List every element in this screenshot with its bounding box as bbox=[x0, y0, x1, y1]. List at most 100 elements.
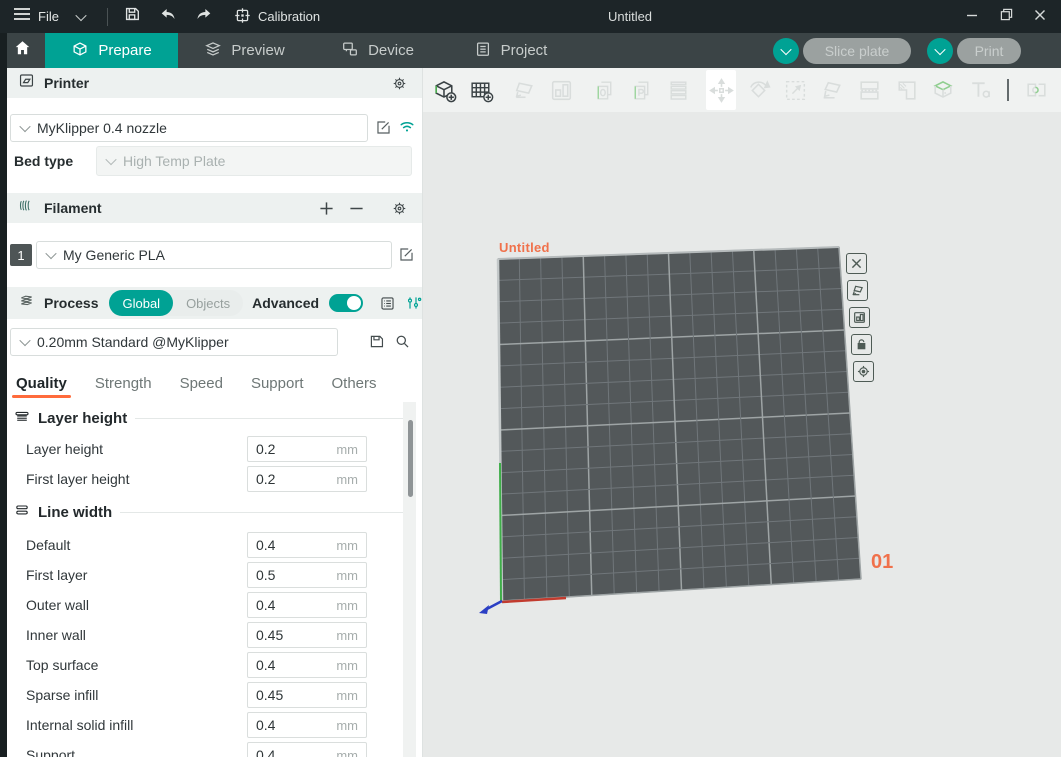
param-value: 0.4 bbox=[256, 657, 336, 673]
build-plate-canvas[interactable] bbox=[423, 68, 1061, 757]
print-button[interactable]: Print bbox=[957, 38, 1021, 64]
undo-button[interactable] bbox=[150, 0, 186, 33]
project-icon bbox=[474, 40, 492, 62]
tab-others[interactable]: Others bbox=[332, 375, 377, 398]
arrange-button[interactable] bbox=[546, 73, 576, 107]
tab-quality[interactable]: Quality bbox=[16, 375, 67, 398]
param-unit: mm bbox=[336, 748, 358, 757]
slice-plate-button[interactable]: Slice plate bbox=[803, 38, 911, 64]
line-width-default-input[interactable]: 0.4 mm bbox=[247, 532, 367, 558]
first-layer-height-input[interactable]: 0.2 mm bbox=[247, 466, 367, 492]
layer-height-icon bbox=[14, 408, 30, 429]
chevron-down-icon bbox=[934, 43, 945, 54]
line-width-section-header: Line width bbox=[14, 502, 412, 523]
redo-icon bbox=[195, 5, 213, 28]
print-options-button[interactable] bbox=[927, 38, 953, 64]
lock-plate-button[interactable] bbox=[851, 334, 872, 355]
bed-type-combo[interactable]: High Temp Plate bbox=[96, 146, 412, 176]
tab-speed[interactable]: Speed bbox=[180, 375, 223, 398]
file-menu-dropdown[interactable] bbox=[69, 0, 101, 33]
line-width-section-title: Line width bbox=[38, 504, 112, 521]
minimize-button[interactable] bbox=[955, 0, 989, 33]
slice-options-button[interactable] bbox=[773, 38, 799, 64]
param-label: Support bbox=[26, 742, 75, 757]
tab-project[interactable]: Project bbox=[444, 33, 577, 68]
line-width-sparse-infill-input[interactable]: 0.45 mm bbox=[247, 682, 367, 708]
advanced-toggle[interactable] bbox=[329, 294, 363, 312]
remove-filament-minus-icon[interactable] bbox=[349, 201, 364, 216]
printer-settings-gear-icon[interactable] bbox=[391, 75, 408, 92]
copy-button[interactable] bbox=[589, 73, 619, 107]
parameter-list-icon[interactable] bbox=[379, 295, 396, 312]
calibration-button[interactable]: Calibration bbox=[222, 0, 332, 33]
printer-edit-icon[interactable] bbox=[375, 119, 392, 136]
param-label: Sparse infill bbox=[26, 682, 98, 708]
home-icon bbox=[13, 39, 32, 62]
text-shape-button[interactable] bbox=[965, 73, 995, 107]
cut-button[interactable] bbox=[854, 73, 884, 107]
auto-orient-button[interactable] bbox=[509, 73, 539, 107]
tab-device[interactable]: Device bbox=[311, 33, 444, 68]
advanced-label: Advanced bbox=[252, 295, 319, 311]
line-width-inner-wall-input[interactable]: 0.45 mm bbox=[247, 622, 367, 648]
tab-support[interactable]: Support bbox=[251, 375, 304, 398]
delete-plate-button[interactable] bbox=[846, 253, 867, 274]
filament-edit-icon[interactable] bbox=[398, 246, 415, 263]
plate-settings-button[interactable] bbox=[853, 361, 874, 382]
save-preset-icon[interactable] bbox=[368, 333, 385, 350]
param-label: Inner wall bbox=[26, 622, 86, 648]
file-menu-button[interactable]: File bbox=[0, 0, 69, 33]
filament-preset-combo[interactable]: My Generic PLA bbox=[36, 241, 392, 269]
line-width-first-layer-input[interactable]: 0.5 mm bbox=[247, 562, 367, 588]
printer-wifi-icon[interactable] bbox=[398, 118, 416, 134]
process-preset-combo[interactable]: 0.20mm Standard @MyKlipper bbox=[10, 328, 338, 356]
process-section-title: Process bbox=[44, 295, 98, 311]
tune-params-icon[interactable] bbox=[406, 295, 422, 311]
filament-settings-gear-icon[interactable] bbox=[391, 200, 408, 217]
param-value: 0.4 bbox=[256, 747, 336, 757]
variable-layer-height-button[interactable] bbox=[663, 73, 693, 107]
viewport-3d[interactable]: Untitled 01 bbox=[422, 68, 1061, 757]
orient-plate-button[interactable] bbox=[847, 280, 868, 301]
fill-color-button[interactable] bbox=[891, 73, 921, 107]
restore-button[interactable] bbox=[989, 0, 1023, 33]
process-section-header: Process Global Objects Advanced bbox=[7, 287, 422, 319]
scope-objects-button[interactable]: Objects bbox=[173, 290, 243, 316]
arrange-plate-button[interactable] bbox=[849, 307, 870, 328]
paint-support-button[interactable] bbox=[928, 73, 958, 107]
param-unit: mm bbox=[336, 718, 358, 733]
search-icon[interactable] bbox=[394, 333, 411, 350]
chevron-down-icon bbox=[75, 9, 86, 20]
sidebar-scrollbar[interactable] bbox=[403, 402, 416, 757]
line-width-internal-solid-input[interactable]: 0.4 mm bbox=[247, 712, 367, 738]
filament-slot-badge[interactable]: 1 bbox=[10, 244, 32, 266]
section-rule bbox=[120, 512, 412, 513]
paste-button[interactable] bbox=[626, 73, 656, 107]
save-button[interactable] bbox=[114, 0, 150, 33]
place-on-face-button[interactable] bbox=[817, 73, 847, 107]
line-width-top-surface-input[interactable]: 0.4 mm bbox=[247, 652, 367, 678]
add-filament-plus-icon[interactable] bbox=[319, 201, 334, 216]
scrollbar-thumb[interactable] bbox=[408, 420, 413, 497]
printer-preset-combo[interactable]: MyKlipper 0.4 nozzle bbox=[10, 114, 368, 142]
layer-height-input[interactable]: 0.2 mm bbox=[247, 436, 367, 462]
scale-button[interactable] bbox=[780, 73, 810, 107]
assembly-view-button[interactable] bbox=[1021, 73, 1051, 107]
redo-button[interactable] bbox=[186, 0, 222, 33]
scope-global-button[interactable]: Global bbox=[109, 290, 173, 316]
plate-number-label: 01 bbox=[871, 551, 893, 574]
rotate-button[interactable] bbox=[743, 73, 773, 107]
close-button[interactable] bbox=[1023, 0, 1057, 33]
tab-prepare[interactable]: Prepare bbox=[45, 33, 178, 68]
filament-coil-icon bbox=[18, 197, 35, 219]
add-plate-button[interactable] bbox=[466, 73, 496, 107]
add-object-button[interactable] bbox=[429, 73, 459, 107]
line-width-support-input[interactable]: 0.4 mm bbox=[247, 742, 367, 757]
line-width-outer-wall-input[interactable]: 0.4 mm bbox=[247, 592, 367, 618]
move-button[interactable] bbox=[706, 70, 736, 110]
tab-preview[interactable]: Preview bbox=[178, 33, 311, 68]
tab-strength[interactable]: Strength bbox=[95, 375, 152, 398]
param-label: First layer height bbox=[26, 466, 129, 492]
viewport-toolbar bbox=[423, 68, 1061, 112]
toolbar-separator bbox=[1007, 79, 1009, 101]
